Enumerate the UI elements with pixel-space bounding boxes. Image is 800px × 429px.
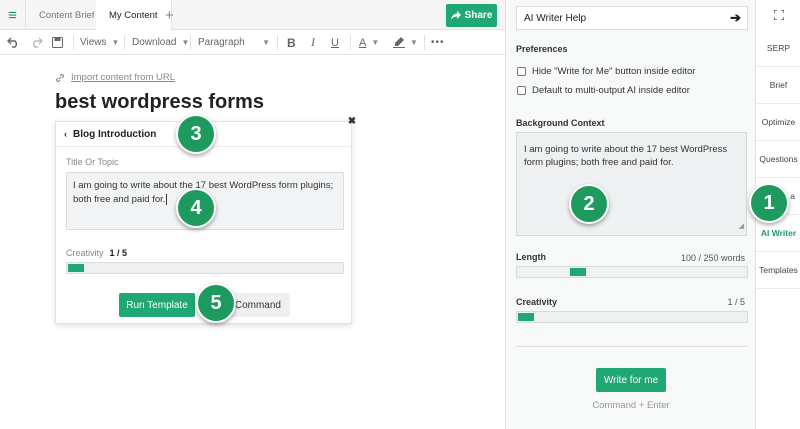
topic-label: Title Or Topic (66, 157, 119, 167)
link-icon (55, 73, 65, 82)
hamburger-icon[interactable]: ≡ (0, 0, 26, 30)
checkbox[interactable] (517, 86, 526, 95)
help-label: AI Writer Help (524, 12, 587, 24)
underline-button[interactable]: U (331, 30, 339, 55)
rail-item-optimize[interactable]: Optimize (756, 104, 800, 141)
bold-button[interactable]: B (287, 30, 296, 55)
creativity-label: Creativity (66, 248, 104, 258)
chevron-down-icon: ▼ (181, 38, 190, 47)
creativity-value: 1 / 5 (109, 248, 128, 258)
card-title: Blog Introduction (73, 128, 157, 140)
resize-handle-icon[interactable]: ◢ (739, 220, 744, 233)
editor-toolbar: Views ▼ Download ▼ Paragraph ▼ B I U A ▼ ▼ •… (0, 30, 505, 55)
share-label: Share (464, 10, 493, 21)
length-slider-handle[interactable] (570, 268, 586, 276)
highlight-button[interactable]: ▼ (393, 30, 418, 55)
paragraph-label: Paragraph (198, 37, 245, 48)
rail-item-brief[interactable]: Brief (756, 67, 800, 104)
arrow-right-icon: ➔ (730, 10, 741, 25)
length-label: Length (516, 252, 546, 262)
length-value: 100 / 250 words (680, 253, 745, 263)
creativity-slider-fill[interactable] (518, 313, 534, 321)
length-slider[interactable] (516, 266, 748, 278)
more-options-icon[interactable]: ••• (431, 30, 445, 55)
expand-icon[interactable] (756, 0, 800, 30)
pref-hide-write-for-me[interactable]: Hide "Write for Me" button inside editor (517, 66, 695, 77)
creativity-slider[interactable] (516, 311, 748, 323)
font-color-icon: A (359, 36, 367, 49)
undo-icon[interactable] (7, 30, 20, 55)
ai-writer-panel: AI Writer Help ➔ Preferences Hide "Write… (505, 0, 755, 429)
download-dropdown[interactable]: Download ▼ (132, 30, 189, 55)
document-title[interactable]: best wordpress forms (55, 91, 264, 114)
import-url-link[interactable]: Import content from URL (55, 72, 175, 83)
pref-label: Hide "Write for Me" button inside editor (532, 66, 696, 77)
rail-item-serp[interactable]: SERP (756, 30, 800, 67)
chevron-down-icon: ▼ (410, 38, 418, 47)
step-marker-3: 3 (176, 114, 216, 154)
chevron-left-icon[interactable]: ‹ (64, 129, 67, 139)
step-marker-1: 1 (749, 183, 789, 223)
creativity-row: Creativity 1 / 5 (66, 248, 127, 258)
creativity-slider[interactable] (66, 262, 344, 274)
chevron-down-icon: ▼ (371, 38, 380, 47)
rail-item-questions[interactable]: Questions (756, 141, 800, 178)
font-color-button[interactable]: A ▼ (359, 30, 379, 55)
divider (516, 346, 747, 347)
tab-bar: ≡ Content Brief My Content + Share (0, 0, 505, 31)
highlighter-icon (393, 37, 405, 48)
pref-multi-output[interactable]: Default to multi-output AI inside editor (517, 85, 690, 96)
views-label: Views (80, 37, 107, 48)
redo-icon[interactable] (30, 30, 43, 55)
tab-my-content[interactable]: My Content (96, 0, 172, 31)
step-marker-4: 4 (176, 188, 216, 228)
run-template-button[interactable]: Run Template (119, 293, 195, 317)
chevron-down-icon: ▼ (262, 38, 270, 47)
preferences-title: Preferences (516, 44, 568, 54)
views-dropdown[interactable]: Views ▼ (80, 30, 119, 55)
rail-item-templates[interactable]: Templates (756, 252, 800, 289)
step-marker-2: 2 (569, 184, 609, 224)
chevron-down-icon: ▼ (111, 38, 120, 47)
share-button[interactable]: Share (446, 4, 497, 27)
context-title: Background Context (516, 118, 605, 128)
download-label: Download (132, 37, 177, 48)
close-icon[interactable]: ✖ (346, 115, 358, 127)
italic-button[interactable]: I (311, 30, 315, 55)
ai-writer-help-button[interactable]: AI Writer Help ➔ (516, 6, 748, 30)
import-url-label: Import content from URL (71, 72, 176, 83)
paragraph-dropdown[interactable]: Paragraph ▼ (198, 30, 270, 55)
shortcut-hint: Command + Enter (592, 400, 670, 411)
background-context-input[interactable]: I am going to write about the 17 best Wo… (516, 132, 747, 236)
editor-area: ≡ Content Brief My Content + Share Views… (0, 0, 505, 429)
creativity-label: Creativity (516, 297, 558, 307)
context-value: I am going to write about the 17 best Wo… (524, 144, 728, 168)
creativity-slider-fill[interactable] (68, 264, 84, 272)
creativity-value: 1 / 5 (727, 297, 745, 307)
write-for-me-button[interactable]: Write for me (596, 368, 666, 392)
pref-label: Default to multi-output AI inside editor (532, 85, 690, 96)
add-tab-button[interactable]: + (165, 0, 174, 30)
save-icon[interactable] (52, 30, 63, 55)
share-icon (450, 11, 461, 20)
checkbox[interactable] (517, 67, 526, 76)
step-marker-5: 5 (196, 283, 236, 323)
